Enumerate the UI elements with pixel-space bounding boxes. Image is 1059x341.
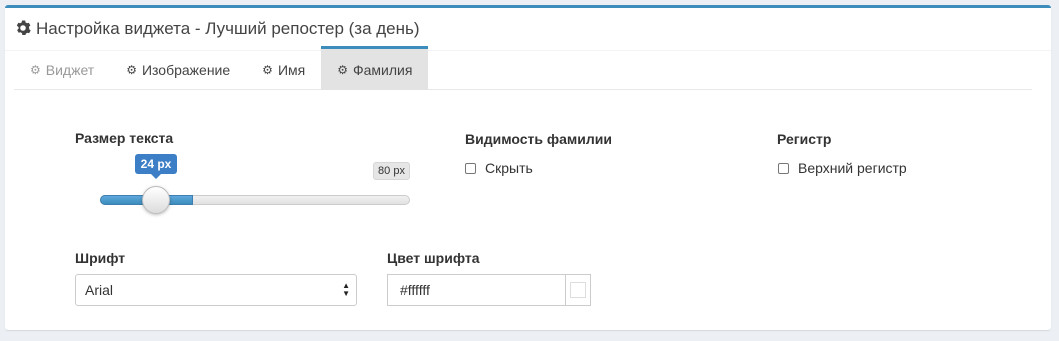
uppercase-label: Верхний регистр (798, 160, 907, 176)
tab-surname[interactable]: ⚙ Фамилия (321, 46, 429, 90)
color-picker-button[interactable] (565, 274, 591, 306)
tab-name[interactable]: ⚙ Имя (246, 46, 321, 90)
font-label: Шрифт (75, 250, 126, 266)
slider-value-tooltip: 24 px (135, 154, 177, 179)
font-color-label: Цвет шрифта (387, 250, 480, 266)
tab-label: Виджет (45, 61, 95, 78)
surname-visibility-label: Видимость фамилии (465, 131, 612, 147)
gear-icon: ⚙ (126, 62, 137, 77)
gear-icon: ⚙ (30, 62, 41, 77)
uppercase-checkbox[interactable] (778, 162, 789, 174)
register-label: Регистр (777, 131, 832, 147)
font-color-value: #ffffff (400, 282, 430, 298)
hide-surname-label: Скрыть (485, 160, 533, 176)
gear-icon: ⚙ (262, 62, 273, 77)
font-color-input[interactable]: #ffffff (387, 274, 565, 306)
slider-max-label: 80 px (373, 162, 410, 180)
color-swatch (570, 282, 586, 298)
text-size-slider-handle[interactable] (142, 186, 170, 214)
gear-icon (15, 20, 31, 39)
select-arrows-icon: ▲ ▼ (342, 281, 350, 298)
hide-surname-option[interactable]: Скрыть (465, 160, 533, 176)
hide-surname-checkbox[interactable] (465, 162, 476, 174)
tab-image[interactable]: ⚙ Изображение (110, 46, 246, 90)
font-select-value: Arial (85, 282, 114, 298)
tab-label: Имя (277, 61, 306, 78)
gear-icon: ⚙ (337, 62, 348, 77)
panel-header: Настройка виджета - Лучший репостер (за … (5, 8, 1051, 51)
page-title: Настройка виджета - Лучший репостер (за … (36, 19, 420, 38)
text-size-label: Размер текста (75, 130, 174, 146)
tab-label: Фамилия (352, 61, 413, 78)
tab-widget[interactable]: ⚙ Виджет (14, 46, 110, 90)
font-select[interactable]: Arial ▲ ▼ (75, 274, 357, 306)
tab-bar: ⚙ Виджет ⚙ Изображение ⚙ Имя ⚙ Фамилия (14, 46, 1032, 90)
uppercase-option[interactable]: Верхний регистр (778, 160, 907, 176)
tab-label: Изображение (141, 61, 231, 78)
